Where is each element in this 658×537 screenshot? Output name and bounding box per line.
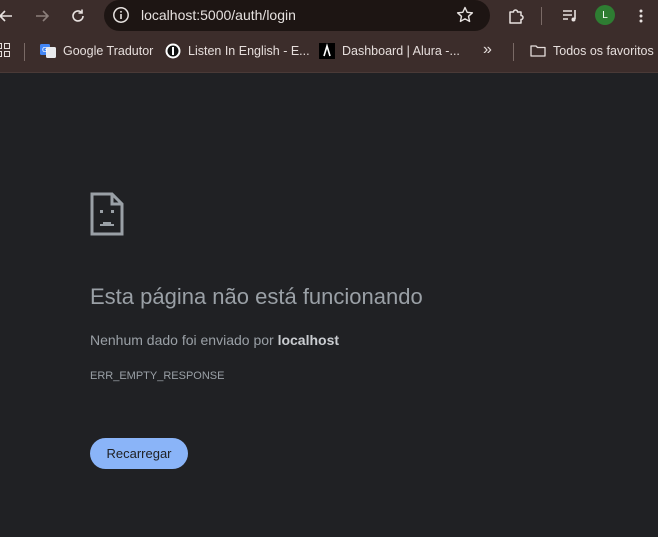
arrow-left-icon <box>0 10 12 22</box>
bookmarks-overflow-button[interactable]: » <box>483 41 492 59</box>
error-host: localhost <box>277 332 340 348</box>
toolbar-separator <box>541 7 542 25</box>
error-title: Esta página não está funcionando <box>90 284 423 309</box>
page-content: Esta página não está funcionando Nenhum … <box>0 73 658 537</box>
address-bar[interactable]: localhost:5000/auth/login <box>104 0 490 31</box>
bookmark-label: Google Tradutor <box>63 44 154 58</box>
reload-page-button[interactable] <box>66 4 90 28</box>
menu-button[interactable] <box>629 4 653 28</box>
all-bookmarks-folder[interactable]: Todos os favoritos <box>530 43 654 59</box>
bookmark-label: Todos os favoritos <box>553 44 654 58</box>
url-text[interactable]: localhost:5000/auth/login <box>141 7 296 23</box>
bookmarks-bar: G Google Tradutor Listen In English - E.… <box>0 32 658 73</box>
puzzle-icon <box>509 9 524 24</box>
arrow-right-icon <box>36 10 50 22</box>
site-info-icon[interactable] <box>112 6 130 24</box>
reload-button[interactable]: Recarregar <box>90 438 188 469</box>
bookmarks-separator <box>513 43 514 61</box>
kebab-menu-icon <box>639 9 643 23</box>
profile-avatar[interactable]: L <box>595 5 615 25</box>
star-icon[interactable] <box>455 5 475 25</box>
apps-button[interactable] <box>0 43 10 57</box>
browser-toolbar: localhost:5000/auth/login L <box>0 0 658 32</box>
error-code: ERR_EMPTY_RESPONSE <box>90 370 225 382</box>
error-description: Nenhum dado foi enviado por localhost <box>90 332 339 348</box>
apps-grid-icon <box>0 43 10 57</box>
bookmark-dashboard-alura[interactable]: Dashboard | Alura -... <box>319 43 460 59</box>
bookmark-google-tradutor[interactable]: G Google Tradutor <box>40 43 153 59</box>
chevron-double-right-icon: » <box>483 41 492 58</box>
extensions-button[interactable] <box>504 4 528 28</box>
refresh-icon <box>72 9 84 22</box>
error-description-text: Nenhum dado foi enviado por <box>90 332 278 348</box>
bookmark-label: Dashboard | Alura -... <box>342 44 460 58</box>
listen-in-english-icon <box>165 43 181 59</box>
google-translate-icon: G <box>40 43 56 59</box>
alura-icon <box>319 43 335 59</box>
bookmark-listen-in-english[interactable]: Listen In English - E... <box>165 43 310 59</box>
media-controls-button[interactable] <box>558 4 582 28</box>
forward-button[interactable] <box>30 4 54 28</box>
back-button[interactable] <box>0 4 18 28</box>
bookmarks-separator <box>24 43 25 61</box>
bookmark-label: Listen In English - E... <box>188 44 310 58</box>
sad-page-icon <box>90 192 124 236</box>
folder-icon <box>530 43 546 59</box>
svg-text:G: G <box>42 46 47 54</box>
playlist-icon <box>563 10 576 22</box>
